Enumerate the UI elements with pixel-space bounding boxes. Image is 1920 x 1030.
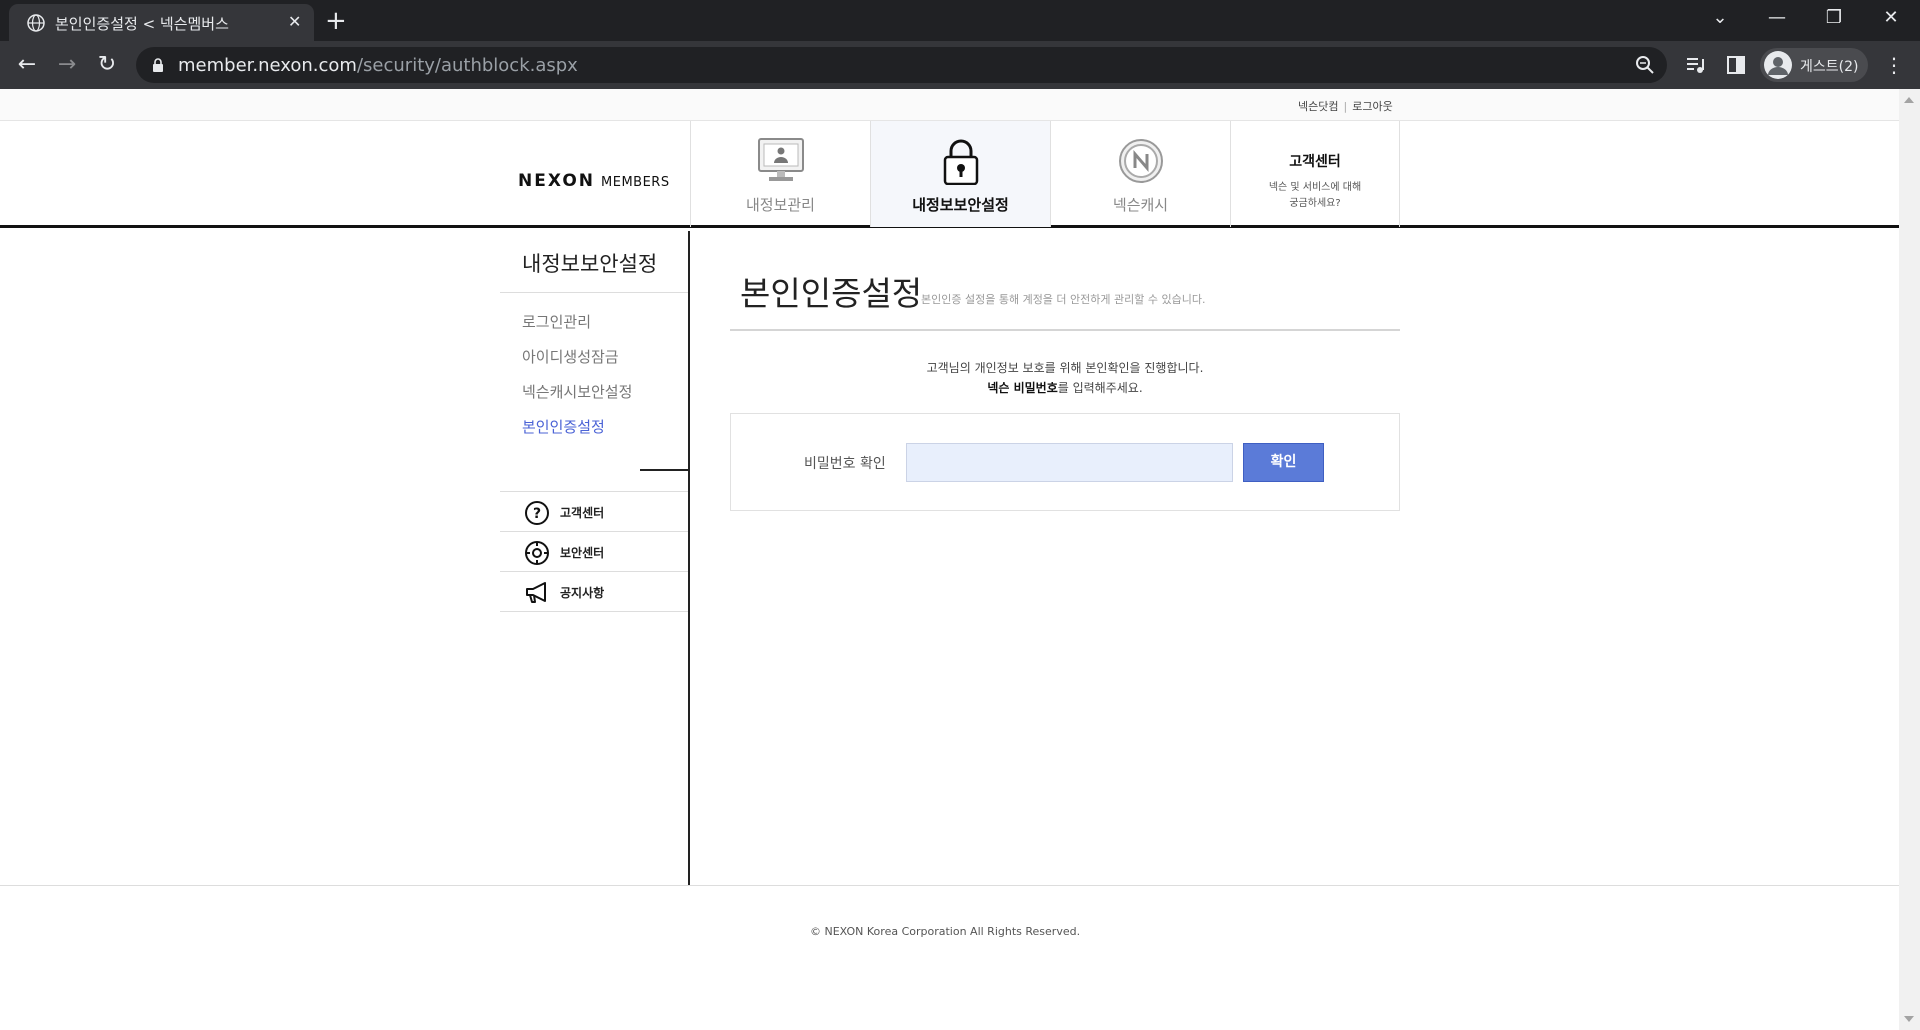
tab-close-icon[interactable]: ✕ [288,13,301,31]
active-indicator [640,469,688,471]
notice-line-1: 고객님의 개인정보 보호를 위해 본인확인을 진행합니다. [926,361,1204,375]
sidebar-item-identity-verification[interactable]: 본인인증설정 [522,416,605,437]
global-nav: NEXON MEMBERS 내정보관리 내정보보안설정 넥슨캐시 고객센터 넥슨… [0,121,1899,228]
question-circle-icon: ? [525,501,549,525]
side-panel-icon[interactable] [1725,54,1747,76]
sidebar-title: 내정보보안설정 [522,252,658,276]
verification-notice: 고객님의 개인정보 보호를 위해 본인확인을 진행합니다. 넥슨 비밀번호를 입… [730,358,1400,398]
password-input[interactable] [906,443,1233,482]
nav-my-info[interactable]: 내정보관리 [690,121,870,227]
footer-divider [0,885,1899,886]
nav-security-settings[interactable]: 내정보보안설정 [870,121,1050,227]
profile-name: 게스트(2) [1800,59,1859,75]
divider [500,292,688,293]
nav-label: 넥슨캐시 [1112,196,1169,214]
sidebar-item-cash-security[interactable]: 넥슨캐시보안설정 [522,381,632,402]
address-bar[interactable]: member.nexon.com/security/authblock.aspx [136,47,1667,83]
logout-link[interactable]: 로그아웃 [1352,100,1392,113]
page-title: 본인인증설정 [740,274,923,313]
nav-label: 내정보보안설정 [912,196,1009,214]
browser-toolbar: ← → ↻ member.nexon.com/security/authbloc… [0,41,1920,89]
new-tab-button[interactable]: + [325,8,347,34]
copyright: © NEXON Korea Corporation All Rights Res… [810,925,1081,938]
divider [730,329,1400,331]
shield-target-icon [525,541,549,565]
browser-menu-icon[interactable]: ⋮ [1884,53,1904,77]
monitor-user-icon [758,138,804,181]
scroll-down-icon[interactable] [1904,1016,1914,1022]
nav-nexon-cash[interactable]: 넥슨캐시 [1050,121,1230,227]
sidebar-link-notices[interactable]: 공지사항 [500,572,688,612]
sidebar-link-label: 보안센터 [560,546,605,560]
sidebar-item-login-management[interactable]: 로그인관리 [522,311,591,332]
util-separator: | [1343,100,1348,113]
customer-center-desc: 넥슨 및 서비스에 대해 궁금하세요? [1268,182,1362,209]
password-confirm-box: 비밀번호 확인 확인 [730,413,1400,511]
padlock-icon [943,139,979,185]
nexon-members-logo[interactable]: NEXON MEMBERS [518,171,670,191]
scrollbar[interactable] [1899,89,1920,1030]
scroll-up-icon[interactable] [1904,97,1914,103]
browser-tab-strip: 본인인증설정 < 넥슨멤버스 ✕ + ⌄ — ❐ ✕ [0,0,1920,41]
zoom-icon[interactable] [1635,55,1655,75]
close-window-button[interactable]: ✕ [1876,6,1906,30]
sidebar: 내정보보안설정 로그인관리 아이디생성잠금 넥슨캐시보안설정 본인인증설정 ? … [500,231,690,885]
avatar-icon [1764,51,1792,79]
utility-links: 넥슨닷컴 | 로그아웃 [1298,98,1393,114]
restore-button[interactable]: ❐ [1819,6,1849,30]
nav-label: 내정보관리 [745,196,815,214]
globe-icon [27,14,45,32]
sidebar-link-security-center[interactable]: 보안센터 [500,532,688,572]
utility-bar: 넥슨닷컴 | 로그아웃 [0,89,1899,121]
sidebar-item-id-creation-lock[interactable]: 아이디생성잠금 [522,346,619,367]
page: 넥슨닷컴 | 로그아웃 NEXON MEMBERS 내정보관리 내정보보안설정 … [0,89,1899,1030]
minimize-button[interactable]: — [1762,6,1792,30]
browser-tab[interactable]: 본인인증설정 < 넥슨멤버스 ✕ [9,4,314,41]
media-control-icon[interactable] [1685,54,1707,76]
notice-line-2: 넥슨 비밀번호를 입력해주세요. [987,381,1143,395]
nav-customer-center[interactable]: 고객센터 넥슨 및 서비스에 대해 궁금하세요? [1230,121,1400,227]
nexon-coin-icon [1119,139,1163,183]
tab-title: 본인인증설정 < 넥슨멤버스 [55,15,229,33]
nexon-home-link[interactable]: 넥슨닷컴 [1298,100,1338,113]
url-text: member.nexon.com/security/authblock.aspx [178,55,578,76]
back-button[interactable]: ← [14,52,40,78]
sidebar-link-label: 고객센터 [560,506,605,520]
reload-button[interactable]: ↻ [94,52,120,78]
forward-button[interactable]: → [54,52,80,78]
profile-button[interactable]: 게스트(2) [1760,48,1868,82]
sidebar-link-customer-center[interactable]: ? 고객센터 [500,492,688,532]
page-description: 본인인증 설정을 통해 계정을 더 안전하게 관리할 수 있습니다. [921,293,1206,306]
megaphone-icon [526,582,546,603]
lock-icon [153,58,163,72]
confirm-button[interactable]: 확인 [1243,443,1324,482]
sidebar-link-label: 공지사항 [560,586,605,600]
tab-search-icon[interactable]: ⌄ [1705,6,1735,30]
svg-text:?: ? [533,506,541,522]
password-label: 비밀번호 확인 [804,456,886,472]
customer-center-title: 고객센터 [1289,154,1341,170]
